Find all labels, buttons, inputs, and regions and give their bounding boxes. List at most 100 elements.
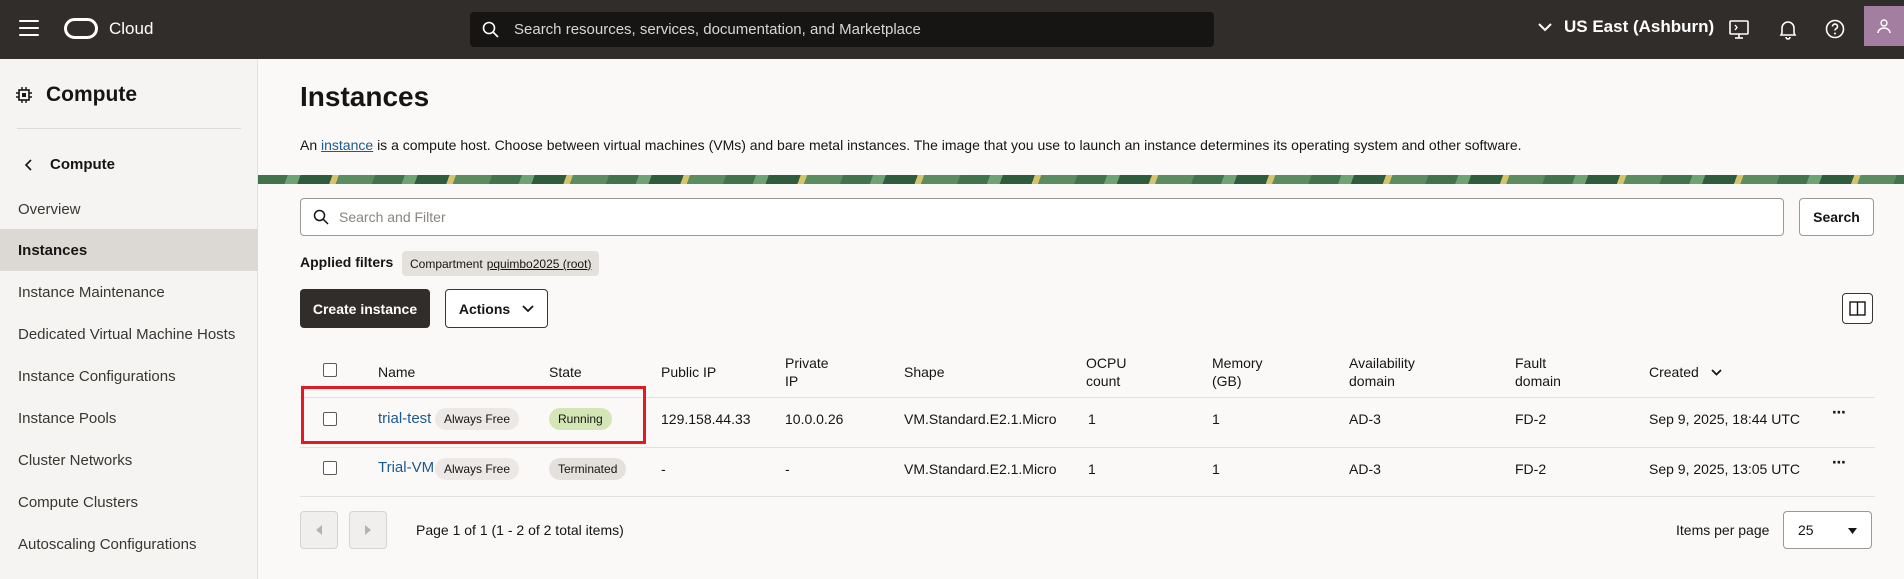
sidebar-item-label: Compute Clusters	[18, 493, 139, 511]
availability-domain: AD-3	[1349, 411, 1381, 427]
sidebar-item-instance-configurations[interactable]: Instance Configurations	[0, 355, 258, 397]
row-actions-menu-icon[interactable]: ⋯	[1832, 404, 1847, 421]
header-line: domain	[1349, 373, 1395, 389]
row-checkbox[interactable]	[323, 461, 337, 475]
chip-value[interactable]: pquimbo2025 (root)	[487, 257, 592, 271]
sidebar-back-label: Compute	[50, 156, 115, 173]
items-per-page-select[interactable]: 25	[1783, 511, 1872, 549]
instance-name-link[interactable]: Trial-VM	[378, 459, 434, 476]
fault-domain: FD-2	[1515, 411, 1547, 427]
sidebar-item-label: Instance Configurations	[18, 367, 176, 385]
search-filter-input[interactable]: Search and Filter	[300, 198, 1784, 236]
description-prefix: An	[300, 137, 318, 153]
column-header-private-ip[interactable]: Private IP	[785, 354, 829, 390]
header-line: (GB)	[1212, 373, 1242, 389]
header-line: count	[1086, 373, 1121, 389]
column-settings-button[interactable]	[1842, 293, 1873, 324]
sidebar-item-label: Cluster Networks	[18, 451, 133, 469]
sidebar-item-label: Overview	[18, 200, 81, 218]
row-divider	[300, 496, 1875, 497]
help-icon[interactable]	[1824, 18, 1846, 40]
sidebar-section-title: Compute	[46, 83, 137, 106]
shape: VM.Standard.E2.1.Micro	[904, 461, 1057, 477]
instance-name[interactable]: Trial-VM	[378, 459, 434, 476]
column-header-fault-domain[interactable]: Fault domain	[1515, 354, 1561, 390]
bell-icon[interactable]	[1777, 18, 1799, 40]
chevron-left-icon	[316, 525, 322, 535]
header-label: Created	[1649, 364, 1699, 380]
search-button[interactable]: Search	[1799, 198, 1874, 236]
header-line: Memory	[1212, 355, 1263, 371]
sidebar-back-link[interactable]: Compute	[24, 156, 115, 173]
sidebar-item-dedicated-vm-hosts[interactable]: Dedicated Virtual Machine Hosts	[0, 313, 258, 355]
sidebar-item-label: Dedicated Virtual Machine Hosts	[18, 325, 236, 343]
cloud-shell-icon[interactable]	[1728, 18, 1750, 40]
column-header-public-ip[interactable]: Public IP	[661, 363, 716, 381]
created-date: Sep 9, 2025, 18:44 UTC	[1649, 411, 1800, 427]
select-all-checkbox[interactable]	[323, 363, 337, 377]
next-page-button[interactable]	[349, 511, 387, 549]
row-actions-menu-icon[interactable]: ⋯	[1832, 454, 1847, 471]
caret-down-icon	[1848, 528, 1857, 534]
column-header-name[interactable]: Name	[378, 363, 415, 381]
create-instance-button[interactable]: Create instance	[300, 289, 430, 328]
applied-filters-label: Applied filters	[300, 254, 394, 270]
sidebar-item-label: Autoscaling Configurations	[18, 535, 197, 553]
instance-doc-link[interactable]: instance	[321, 137, 373, 153]
previous-page-button[interactable]	[300, 511, 338, 549]
items-per-page-value: 25	[1798, 522, 1814, 538]
header-line: OCPU	[1086, 355, 1127, 371]
profile-avatar[interactable]	[1864, 6, 1904, 46]
chevron-right-icon	[365, 525, 371, 535]
highlight-box	[301, 386, 646, 444]
always-free-badge: Always Free	[435, 458, 520, 480]
oracle-logo-icon[interactable]	[64, 18, 98, 39]
actions-dropdown-button[interactable]: Actions	[445, 289, 548, 328]
brand-name[interactable]: Cloud	[109, 19, 153, 39]
sidebar-item-label: Instance Maintenance	[18, 283, 165, 301]
header-line: Fault	[1515, 355, 1547, 371]
sidebar-divider	[17, 128, 241, 129]
column-header-created[interactable]: Created	[1649, 363, 1722, 381]
hamburger-menu-icon[interactable]	[19, 20, 39, 38]
actions-label: Actions	[458, 300, 511, 317]
sidebar-item-instances[interactable]: Instances	[0, 229, 258, 271]
ocpu-count: 1	[1088, 411, 1096, 427]
region-selector[interactable]: US East (Ashburn)	[1538, 17, 1714, 37]
ocpu-count: 1	[1088, 461, 1096, 477]
memory-gb: 1	[1212, 461, 1220, 477]
page-description: An instance is a compute host. Choose be…	[300, 137, 1522, 153]
global-search-input[interactable]: Search resources, services, documentatio…	[470, 12, 1214, 47]
sidebar-item-instance-maintenance[interactable]: Instance Maintenance	[0, 271, 258, 313]
column-header-ocpu[interactable]: OCPU count	[1086, 354, 1126, 390]
header-line: Availability	[1349, 355, 1415, 371]
top-bar: Cloud Search resources, services, docume…	[0, 0, 1904, 59]
column-header-memory[interactable]: Memory (GB)	[1212, 354, 1263, 390]
search-icon	[482, 21, 499, 38]
page-title: Instances	[300, 81, 430, 112]
memory-gb: 1	[1212, 411, 1220, 427]
header-line: IP	[785, 373, 799, 389]
public-ip: 129.158.44.33	[661, 411, 751, 427]
column-header-availability-domain[interactable]: Availability domain	[1349, 354, 1415, 390]
page-info: Page 1 of 1 (1 - 2 of 2 total items)	[416, 522, 624, 538]
sidebar-item-autoscaling-configurations[interactable]: Autoscaling Configurations	[0, 523, 258, 565]
column-header-shape[interactable]: Shape	[904, 363, 944, 381]
shape: VM.Standard.E2.1.Micro	[904, 411, 1057, 427]
main-content: Instances An instance is a compute host.…	[258, 59, 1904, 579]
chip-label: Compartment	[410, 256, 483, 271]
compartment-filter-chip[interactable]: Compartment pquimbo2025 (root)	[402, 251, 600, 276]
sort-descending-icon	[1711, 368, 1722, 376]
column-header-state[interactable]: State	[549, 363, 582, 381]
columns-icon	[1849, 301, 1866, 316]
sidebar-item-label: Instance Pools	[18, 409, 117, 427]
chevron-left-icon	[24, 158, 32, 171]
region-label: US East (Ashburn)	[1564, 17, 1715, 36]
sidebar-item-instance-pools[interactable]: Instance Pools	[0, 397, 258, 439]
sidebar-item-compute-clusters[interactable]: Compute Clusters	[0, 481, 258, 523]
sidebar-item-cluster-networks[interactable]: Cluster Networks	[0, 439, 258, 481]
global-search-placeholder: Search resources, services, documentatio…	[514, 21, 921, 38]
sidebar-item-overview[interactable]: Overview	[0, 188, 258, 230]
search-filter-placeholder: Search and Filter	[339, 209, 446, 225]
decorative-banner	[258, 175, 1904, 184]
